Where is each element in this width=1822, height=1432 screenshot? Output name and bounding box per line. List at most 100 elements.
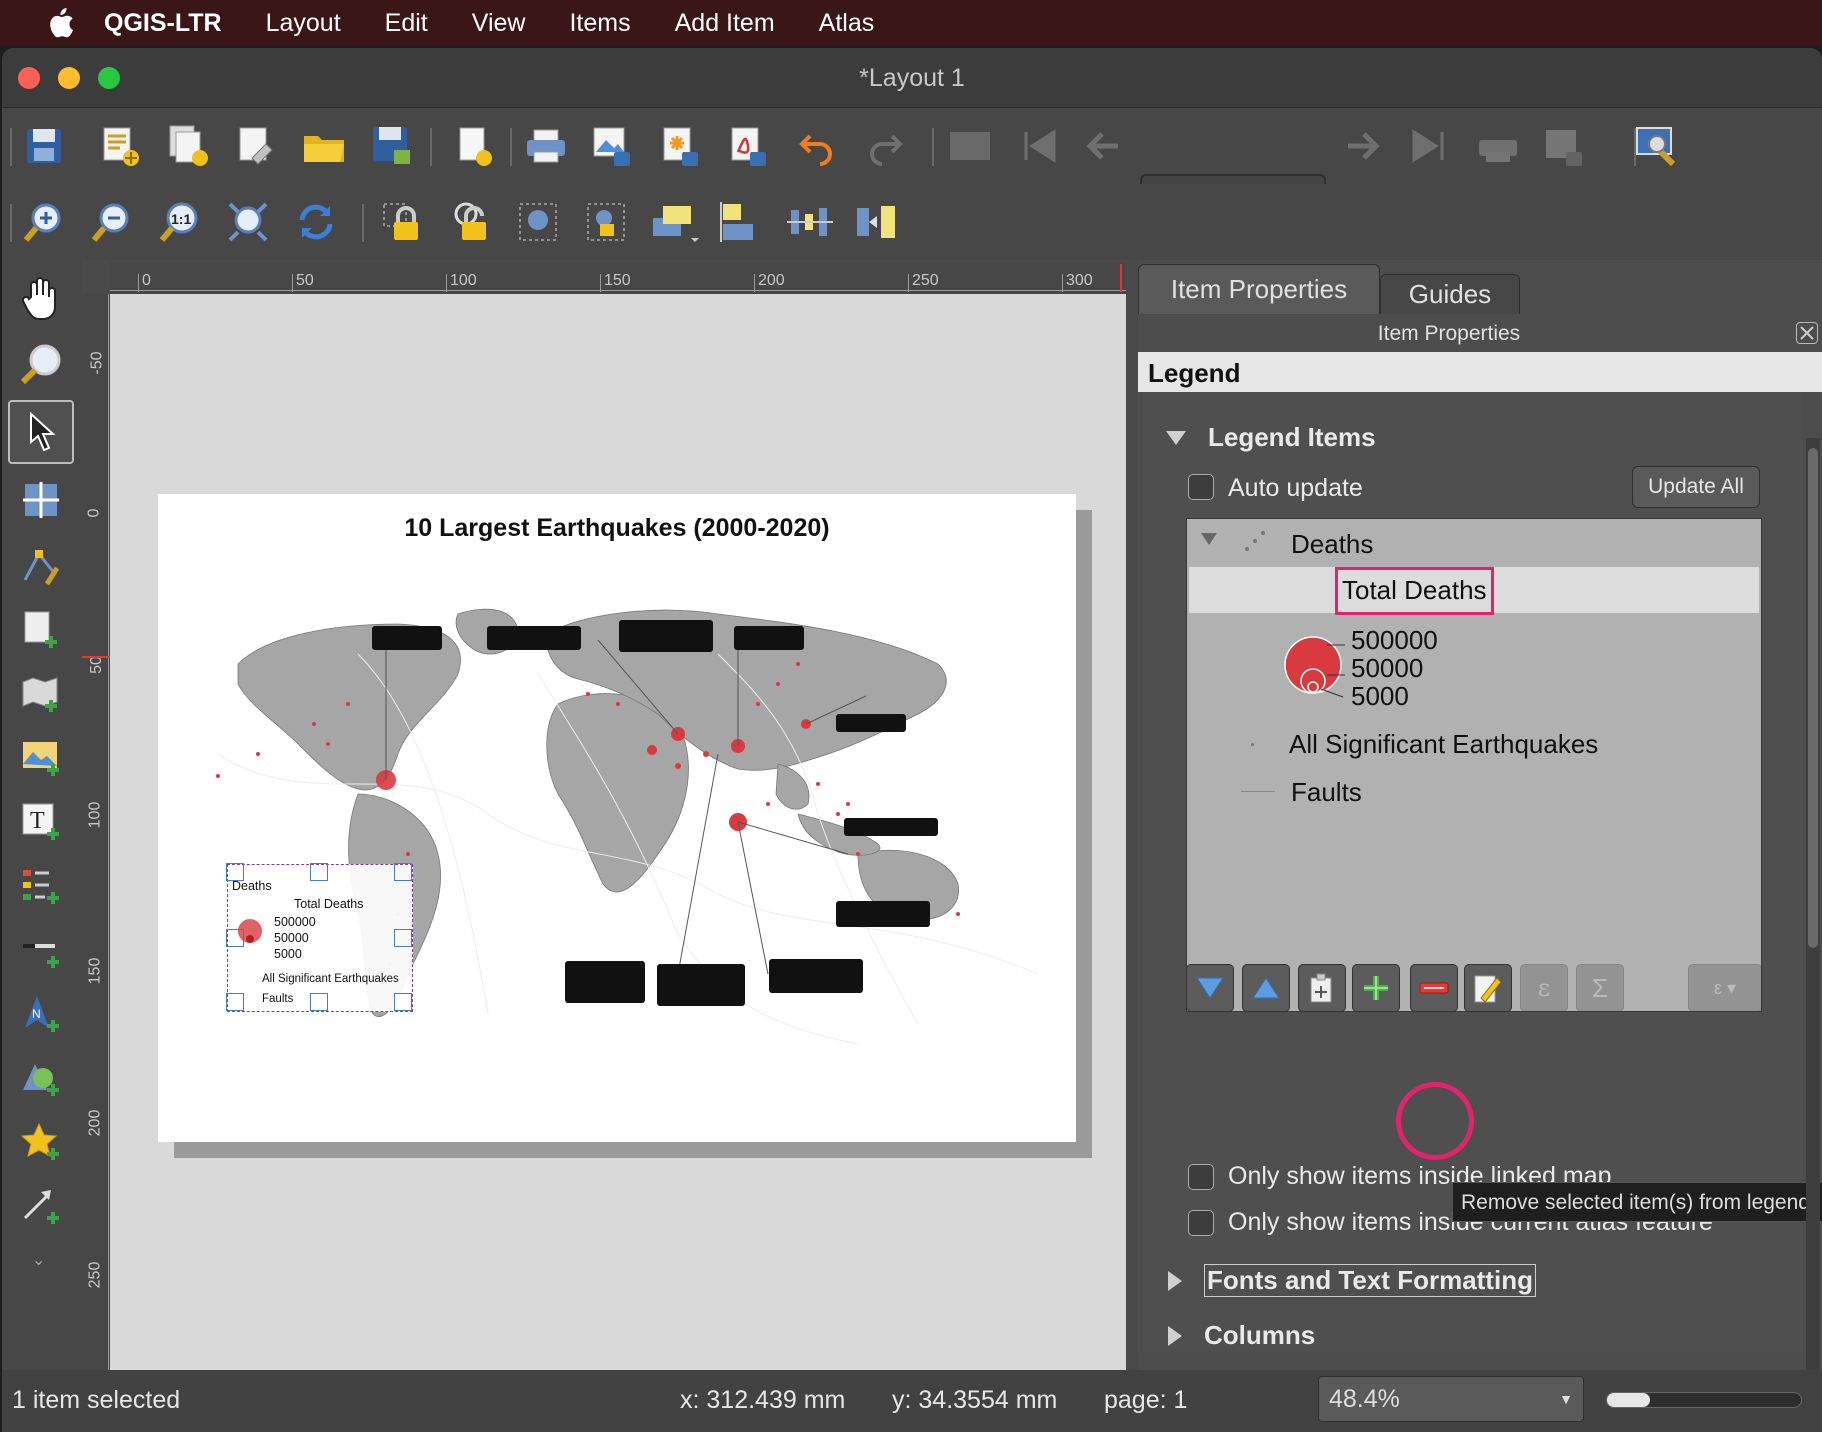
menu-edit[interactable]: Edit	[385, 9, 428, 38]
world-map-item[interactable]	[158, 554, 1076, 1114]
close-dock-icon[interactable]	[1796, 322, 1818, 344]
group-items-icon[interactable]	[512, 196, 564, 248]
lock-items-icon[interactable]	[376, 196, 428, 248]
vertical-scrollbar[interactable]	[1806, 438, 1820, 1398]
expand-icon[interactable]	[1201, 533, 1217, 545]
apple-icon[interactable]	[40, 7, 80, 39]
zoom-combo[interactable]: 48.4% ▼	[1318, 1376, 1584, 1422]
resize-items-icon[interactable]	[852, 196, 904, 248]
tree-layer-faults[interactable]: Faults	[1291, 777, 1362, 808]
app-menu[interactable]: QGIS-LTR	[104, 9, 222, 38]
add-item-button[interactable]	[1352, 964, 1400, 1012]
menu-view[interactable]: View	[472, 9, 526, 38]
ruler-label: 0	[142, 272, 151, 289]
menu-add-item[interactable]: Add Item	[675, 9, 775, 38]
map-title-label[interactable]: 10 Largest Earthquakes (2000-2020)	[158, 514, 1076, 543]
point-symbol-icon	[1251, 743, 1254, 746]
edit-item-button[interactable]	[1464, 964, 1512, 1012]
duplicate-layout-icon[interactable]	[162, 120, 214, 172]
layout-page[interactable]: 10 Largest Earthquakes (2000-2020) Death…	[158, 494, 1076, 1142]
ungroup-items-icon[interactable]	[580, 196, 632, 248]
tree-layer-significant[interactable]: All Significant Earthquakes	[1289, 729, 1598, 760]
more-tools-icon[interactable]: ⌄	[32, 1250, 45, 1270]
open-template-icon[interactable]	[298, 120, 350, 172]
export-atlas-icon[interactable]	[1538, 120, 1590, 172]
section-label: Legend Items	[1208, 422, 1376, 452]
new-layout-icon[interactable]	[94, 120, 146, 172]
print-atlas-icon[interactable]	[1472, 120, 1524, 172]
undo-icon[interactable]	[792, 120, 844, 172]
move-down-button[interactable]	[1186, 964, 1234, 1012]
export-pdf-icon[interactable]	[722, 120, 774, 172]
menu-layout[interactable]: Layout	[266, 9, 341, 38]
size-symbol-icon	[1284, 636, 1345, 698]
tab-guides[interactable]: Guides	[1380, 274, 1520, 314]
export-image-icon[interactable]	[586, 120, 638, 172]
add-map-tool-icon[interactable]	[8, 662, 74, 726]
add-marker-tool-icon[interactable]	[8, 1110, 74, 1174]
add-shape-tool-icon[interactable]	[8, 1046, 74, 1110]
zoom-actual-icon[interactable]: 1:1	[154, 196, 206, 248]
distribute-items-icon[interactable]	[784, 196, 836, 248]
menu-items[interactable]: Items	[569, 9, 630, 38]
refresh-icon[interactable]	[290, 196, 342, 248]
remove-item-button[interactable]	[1410, 964, 1458, 1012]
add-page-tool-icon[interactable]	[8, 598, 74, 662]
zoom-out-icon[interactable]	[86, 196, 138, 248]
atlas-preview-icon[interactable]	[944, 120, 996, 172]
update-all-button[interactable]: Update All	[1632, 466, 1760, 508]
align-items-icon[interactable]	[716, 196, 768, 248]
pan-tool-icon[interactable]	[8, 266, 74, 330]
scrollbar-thumb[interactable]	[1808, 448, 1818, 948]
edit-nodes-tool-icon[interactable]	[8, 534, 74, 598]
add-north-arrow-tool-icon[interactable]: N	[8, 982, 74, 1046]
add-arrow-tool-icon[interactable]	[8, 1174, 74, 1238]
first-feature-icon[interactable]	[1012, 120, 1064, 172]
only-linked-map-checkbox[interactable]	[1188, 1164, 1214, 1190]
save-layout-icon[interactable]	[18, 120, 70, 172]
zoom-slider[interactable]	[1606, 1392, 1802, 1408]
legend-items-section[interactable]: Legend Items	[1166, 422, 1376, 453]
epsilon-icon: ε	[1537, 974, 1551, 1002]
cursor-marker	[1120, 264, 1122, 292]
new-page-icon[interactable]	[448, 120, 500, 172]
next-feature-icon[interactable]	[1336, 120, 1388, 172]
last-feature-icon[interactable]	[1404, 120, 1456, 172]
menu-atlas[interactable]: Atlas	[819, 9, 875, 38]
count-button[interactable]: Σ	[1576, 964, 1624, 1012]
zoom-full-icon[interactable]	[222, 196, 274, 248]
layout-manager-icon[interactable]	[230, 120, 282, 172]
add-group-button[interactable]	[1298, 964, 1346, 1012]
atlas-settings-icon[interactable]	[1632, 120, 1684, 172]
export-svg-icon[interactable]	[654, 120, 706, 172]
columns-section[interactable]: Columns	[1168, 1320, 1315, 1351]
highlight-ring	[1396, 1082, 1474, 1160]
auto-update-checkbox[interactable]	[1188, 474, 1214, 500]
fonts-section[interactable]: Fonts and Text Formatting	[1168, 1264, 1536, 1297]
map-legend-item[interactable]: Deaths Total Deaths 500000 50000 5000 Al…	[226, 863, 413, 1012]
tree-group-deaths[interactable]: Deaths	[1291, 529, 1373, 560]
zoom-tool-icon[interactable]	[8, 332, 74, 396]
add-picture-tool-icon[interactable]	[8, 726, 74, 790]
expression-button[interactable]: ε	[1520, 964, 1568, 1012]
move-up-button[interactable]	[1242, 964, 1290, 1012]
move-content-tool-icon[interactable]	[8, 468, 74, 532]
add-legend-tool-icon[interactable]	[8, 854, 74, 918]
add-scalebar-tool-icon[interactable]	[8, 918, 74, 982]
legend-tree[interactable]: Deaths Total Deaths 500000 50000 5000 Al…	[1186, 518, 1762, 1012]
save-template-icon[interactable]	[366, 120, 418, 172]
add-label-tool-icon[interactable]: T	[8, 790, 74, 854]
tab-item-properties[interactable]: Item Properties	[1138, 264, 1380, 314]
redo-icon[interactable]	[858, 120, 910, 172]
layout-canvas[interactable]: 10 Largest Earthquakes (2000-2020) Death…	[110, 294, 1126, 1372]
print-icon[interactable]	[520, 120, 572, 172]
filter-button[interactable]: ε ▾	[1688, 964, 1762, 1012]
svg-text:N: N	[32, 1007, 41, 1021]
select-move-tool-icon[interactable]	[8, 400, 74, 464]
unlock-items-icon[interactable]	[444, 196, 496, 248]
zoom-in-icon[interactable]	[18, 196, 70, 248]
tree-item-total-deaths[interactable]: Total Deaths	[1335, 567, 1494, 615]
previous-feature-icon[interactable]	[1078, 120, 1130, 172]
raise-items-icon[interactable]	[648, 196, 700, 248]
only-atlas-checkbox[interactable]	[1188, 1210, 1214, 1236]
